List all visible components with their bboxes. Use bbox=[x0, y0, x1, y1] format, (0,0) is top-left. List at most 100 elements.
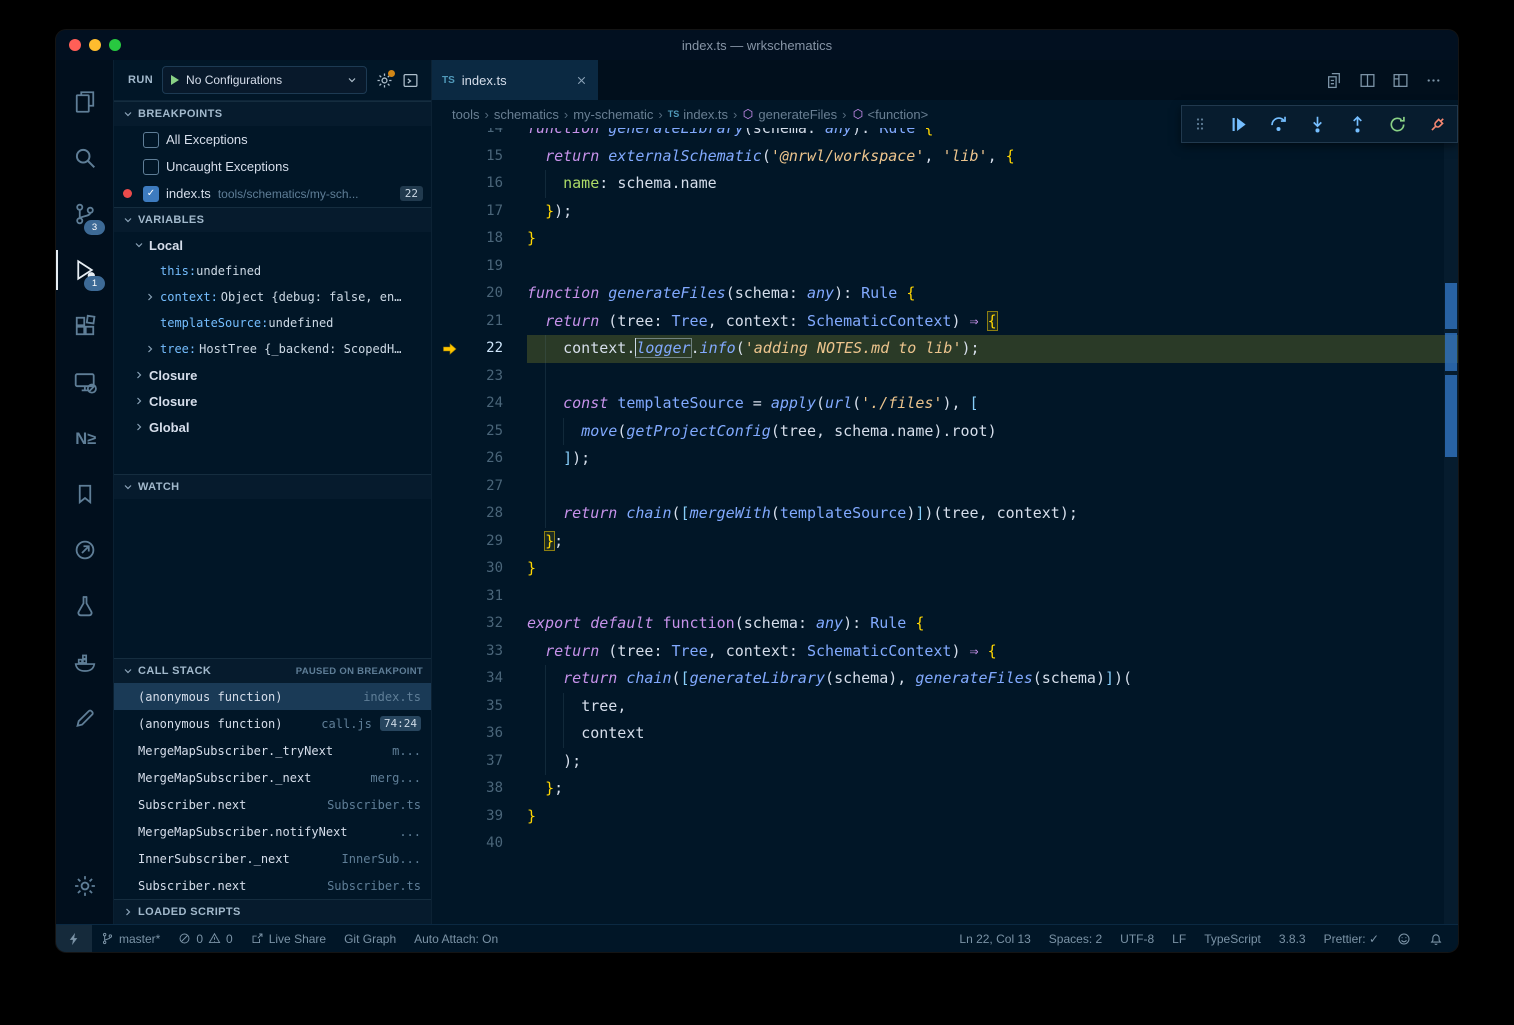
language-mode-status[interactable]: TypeScript bbox=[1195, 925, 1270, 952]
debug-settings-button[interactable] bbox=[376, 72, 393, 89]
breakpoint-checkbox[interactable] bbox=[143, 159, 159, 175]
split-editor-icon[interactable] bbox=[1359, 72, 1376, 89]
step-over-button[interactable] bbox=[1269, 115, 1288, 134]
sidebar-item-test-explorer[interactable] bbox=[56, 578, 113, 634]
code-line[interactable]: 18} bbox=[432, 225, 1458, 253]
line-number[interactable]: 20 bbox=[463, 280, 527, 308]
problems-status[interactable]: 0 0 bbox=[169, 925, 241, 952]
call-stack-frame[interactable]: (anonymous function)index.ts bbox=[114, 683, 431, 710]
code-line[interactable]: 34 return chain([generateLibrary(schema)… bbox=[432, 665, 1458, 693]
line-number[interactable]: 35 bbox=[463, 693, 527, 721]
sidebar-item-explorer[interactable] bbox=[56, 74, 113, 130]
gutter-glyph-margin[interactable] bbox=[437, 473, 463, 501]
manage-button[interactable] bbox=[56, 858, 113, 914]
code-line[interactable]: 19 bbox=[432, 253, 1458, 281]
call-stack-frame[interactable]: (anonymous function)call.js74:24 bbox=[114, 710, 431, 737]
sidebar-item-edit-tools[interactable] bbox=[56, 690, 113, 746]
prettier-status[interactable]: Prettier: ✓ bbox=[1315, 925, 1388, 952]
line-number[interactable]: 30 bbox=[463, 555, 527, 583]
call-stack-frame[interactable]: Subscriber.nextSubscriber.ts bbox=[114, 872, 431, 899]
sidebar-item-source-control[interactable]: 3 bbox=[56, 186, 113, 242]
gutter-glyph-margin[interactable] bbox=[437, 528, 463, 556]
code-line[interactable]: 31 bbox=[432, 583, 1458, 611]
breadcrumb-item-my-schematic[interactable]: my-schematic bbox=[573, 107, 653, 122]
code-line[interactable]: 21 return (tree: Tree, context: Schemati… bbox=[432, 308, 1458, 336]
call-stack-frame[interactable]: MergeMapSubscriber._nextmerg... bbox=[114, 764, 431, 791]
gutter-glyph-margin[interactable] bbox=[437, 555, 463, 583]
breakpoint-item[interactable]: Uncaught Exceptions bbox=[114, 153, 431, 180]
line-number[interactable]: 40 bbox=[463, 830, 527, 858]
code-editor[interactable]: 14function generateLibrary(schema: any):… bbox=[432, 128, 1458, 924]
line-number[interactable]: 29 bbox=[463, 528, 527, 556]
gutter-glyph-margin[interactable] bbox=[437, 583, 463, 611]
continue-button[interactable] bbox=[1229, 115, 1248, 134]
line-number[interactable]: 19 bbox=[463, 253, 527, 281]
line-number[interactable]: 21 bbox=[463, 308, 527, 336]
variables-scope-global[interactable]: Global bbox=[114, 414, 431, 440]
variables-section-header[interactable]: VARIABLES bbox=[114, 207, 431, 232]
gutter-glyph-margin[interactable] bbox=[437, 748, 463, 776]
step-out-button[interactable] bbox=[1348, 115, 1367, 134]
gutter-glyph-margin[interactable] bbox=[437, 830, 463, 858]
loaded-scripts-section-header[interactable]: LOADED SCRIPTS bbox=[114, 899, 431, 924]
gutter-glyph-margin[interactable] bbox=[437, 610, 463, 638]
sidebar-item-nx-console[interactable]: N≥ bbox=[56, 410, 113, 466]
line-number[interactable]: 36 bbox=[463, 720, 527, 748]
live-share-status[interactable]: Live Share bbox=[242, 925, 335, 952]
git-graph-status[interactable]: Git Graph bbox=[335, 925, 405, 952]
gutter-glyph-margin[interactable] bbox=[437, 390, 463, 418]
gutter-glyph-margin[interactable] bbox=[437, 775, 463, 803]
code-line[interactable]: 38 }; bbox=[432, 775, 1458, 803]
gutter-glyph-margin[interactable] bbox=[437, 500, 463, 528]
line-number[interactable]: 34 bbox=[463, 665, 527, 693]
code-line[interactable]: 29 }; bbox=[432, 528, 1458, 556]
code-line[interactable]: 24 const templateSource = apply(url('./f… bbox=[432, 390, 1458, 418]
gutter-glyph-margin[interactable] bbox=[437, 308, 463, 336]
code-line[interactable]: 40 bbox=[432, 830, 1458, 858]
line-number[interactable]: 32 bbox=[463, 610, 527, 638]
more-actions-icon[interactable] bbox=[1425, 72, 1442, 89]
line-number[interactable]: 23 bbox=[463, 363, 527, 391]
call-stack-frame[interactable]: Subscriber.nextSubscriber.ts bbox=[114, 791, 431, 818]
restart-button[interactable] bbox=[1388, 115, 1407, 134]
code-line[interactable]: 33 return (tree: Tree, context: Schemati… bbox=[432, 638, 1458, 666]
code-line[interactable]: 17 }); bbox=[432, 198, 1458, 226]
line-number[interactable]: 16 bbox=[463, 170, 527, 198]
notifications-button[interactable] bbox=[1420, 925, 1452, 952]
code-line[interactable]: 39} bbox=[432, 803, 1458, 831]
gutter-glyph-margin[interactable] bbox=[437, 335, 463, 363]
gutter-glyph-margin[interactable] bbox=[437, 280, 463, 308]
step-into-button[interactable] bbox=[1308, 115, 1327, 134]
breakpoint-item[interactable]: ✓index.tstools/schematics/my-sch...22 bbox=[114, 180, 431, 207]
line-number[interactable]: 14 bbox=[463, 128, 527, 143]
gutter-glyph-margin[interactable] bbox=[437, 170, 463, 198]
typescript-version-status[interactable]: 3.8.3 bbox=[1270, 925, 1315, 952]
remote-indicator[interactable] bbox=[56, 925, 92, 952]
gutter-glyph-margin[interactable] bbox=[437, 693, 463, 721]
code-line[interactable]: 28 return chain([mergeWith(templateSourc… bbox=[432, 500, 1458, 528]
line-number[interactable]: 28 bbox=[463, 500, 527, 528]
variables-scope-closure[interactable]: Closure bbox=[114, 388, 431, 414]
gutter-glyph-margin[interactable] bbox=[437, 143, 463, 171]
call-stack-section-header[interactable]: CALL STACK PAUSED ON BREAKPOINT bbox=[114, 658, 431, 683]
gutter-glyph-margin[interactable] bbox=[437, 720, 463, 748]
auto-attach-status[interactable]: Auto Attach: On bbox=[405, 925, 507, 952]
breakpoint-checkbox[interactable] bbox=[143, 132, 159, 148]
code-line[interactable]: 25 move(getProjectConfig(tree, schema.na… bbox=[432, 418, 1458, 446]
editor-layout-icon[interactable] bbox=[1392, 72, 1409, 89]
variables-scope-closure[interactable]: Closure bbox=[114, 362, 431, 388]
gutter-glyph-margin[interactable] bbox=[437, 445, 463, 473]
call-stack-frame[interactable]: InnerSubscriber._nextInnerSub... bbox=[114, 845, 431, 872]
minimize-window-button[interactable] bbox=[89, 39, 101, 51]
code-line[interactable]: 27 bbox=[432, 473, 1458, 501]
gutter-glyph-margin[interactable] bbox=[437, 803, 463, 831]
breadcrumb-item-generatefiles[interactable]: generateFiles bbox=[742, 107, 837, 122]
breadcrumb-item-index-ts[interactable]: TSindex.ts bbox=[668, 107, 728, 122]
sidebar-item-run-debug[interactable]: 1 bbox=[56, 242, 113, 298]
line-number[interactable]: 31 bbox=[463, 583, 527, 611]
code-line[interactable]: 30} bbox=[432, 555, 1458, 583]
line-number[interactable]: 17 bbox=[463, 198, 527, 226]
variable-item[interactable]: this: undefined bbox=[114, 258, 431, 284]
line-number[interactable]: 15 bbox=[463, 143, 527, 171]
code-line[interactable]: 16 name: schema.name bbox=[432, 170, 1458, 198]
